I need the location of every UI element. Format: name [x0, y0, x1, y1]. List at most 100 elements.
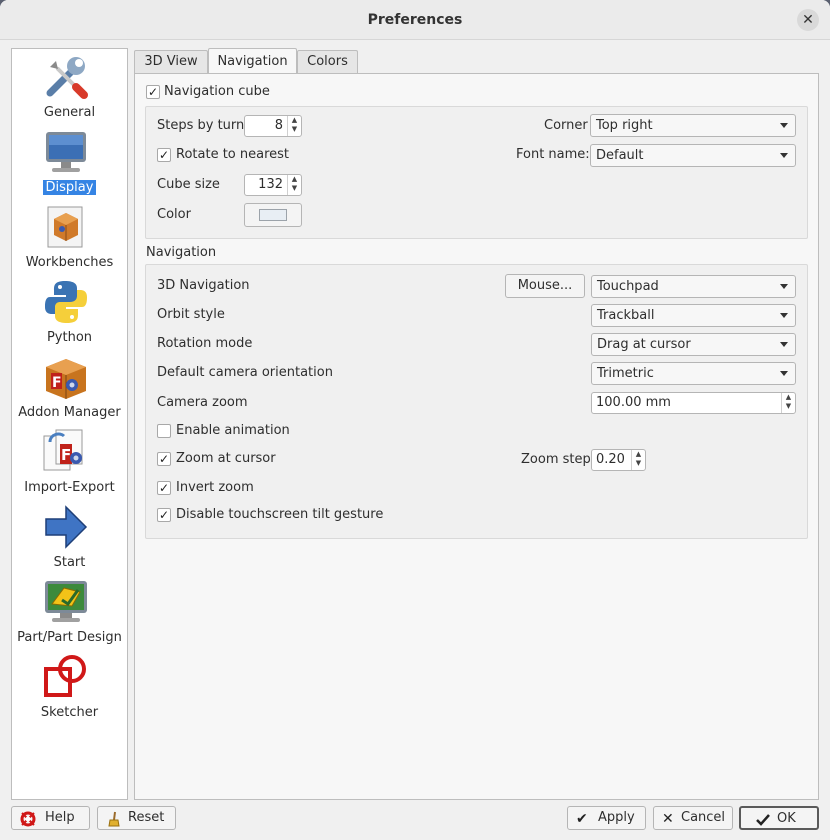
orbit-style-value: Trackball [597, 308, 655, 323]
camera-zoom-spinbox[interactable]: 100.00 mm ▲ ▼ [591, 392, 796, 414]
corner-label: Corner [544, 118, 588, 133]
corner-dropdown[interactable]: Top right [590, 114, 796, 137]
tab-3d-view[interactable]: 3D View [134, 50, 208, 73]
ok-label: OK [777, 811, 796, 826]
disable-tilt-checkbox[interactable]: ✓ [157, 508, 171, 522]
sidebar-item-general[interactable]: General [12, 53, 127, 125]
orbit-style-dropdown[interactable]: Trackball [591, 304, 796, 327]
sidebar-item-part-design[interactable]: Part/Part Design [12, 578, 127, 650]
chevron-down-icon [780, 371, 788, 376]
arrow-right-icon [45, 505, 88, 549]
invert-zoom-label: Invert zoom [176, 480, 254, 495]
sidebar-item-label: Import-Export [24, 480, 115, 495]
font-name-value: Default [596, 148, 644, 163]
navigation-group-title: Navigation [146, 245, 217, 260]
sidebar-item-label: Part/Part Design [17, 630, 122, 645]
camera-orientation-dropdown[interactable]: Trimetric [591, 362, 796, 385]
cancel-icon: ✕ [662, 811, 674, 827]
spin-arrows-icon[interactable]: ▲ ▼ [287, 175, 301, 195]
sidebar-item-display[interactable]: Display [12, 128, 127, 200]
monitor-icon [46, 132, 86, 172]
cancel-button[interactable]: ✕ Cancel [653, 806, 733, 830]
chevron-down-icon [780, 153, 788, 158]
enable-animation-checkbox[interactable] [157, 424, 171, 438]
camera-zoom-label: Camera zoom [157, 395, 248, 410]
addon-box-icon: F [46, 359, 86, 399]
help-icon [20, 811, 36, 827]
zoom-step-spinbox[interactable]: 0.20 ▲ ▼ [591, 449, 646, 471]
spin-arrows-icon[interactable]: ▲ ▼ [781, 393, 795, 413]
reset-label: Reset [128, 810, 165, 825]
cube-color-button[interactable] [244, 203, 302, 227]
sidebar-item-import-export[interactable]: F Import-Export [12, 428, 127, 500]
part-design-icon [45, 581, 87, 622]
apply-button[interactable]: ✔ Apply [567, 806, 646, 830]
sidebar-item-label: General [43, 105, 96, 120]
window-title: Preferences [367, 12, 463, 28]
sidebar-item-label: Workbenches [25, 255, 114, 270]
color-swatch [259, 209, 287, 221]
sidebar-item-label: Display [12, 180, 127, 195]
reset-button[interactable]: Reset [97, 806, 176, 830]
3d-navigation-dropdown[interactable]: Touchpad [591, 275, 796, 298]
rotation-mode-label: Rotation mode [157, 336, 253, 351]
spin-arrows-icon[interactable]: ▲ ▼ [287, 116, 301, 136]
rotate-to-nearest-checkbox[interactable]: ✓ [157, 148, 171, 162]
sidebar-item-label: Addon Manager [18, 405, 121, 420]
python-icon [45, 281, 87, 323]
chevron-down-icon [780, 313, 788, 318]
chevron-down-icon [780, 284, 788, 289]
camera-orientation-label: Default camera orientation [157, 365, 333, 380]
ok-button[interactable]: OK [739, 806, 819, 830]
rotation-mode-value: Drag at cursor [597, 337, 691, 352]
tab-navigation[interactable]: Navigation [208, 48, 297, 74]
disable-tilt-label: Disable touchscreen tilt gesture [176, 507, 384, 522]
enable-animation-label: Enable animation [176, 423, 290, 438]
sidebar-item-addon-manager[interactable]: F Addon Manager [12, 353, 127, 425]
sketcher-icon [44, 655, 86, 697]
zoom-at-cursor-label: Zoom at cursor [176, 451, 276, 466]
tab-colors[interactable]: Colors [297, 50, 358, 73]
3d-navigation-value: Touchpad [597, 279, 659, 294]
rotation-mode-dropdown[interactable]: Drag at cursor [591, 333, 796, 356]
sidebar-item-label: Start [53, 555, 86, 570]
3d-navigation-label: 3D Navigation [157, 278, 250, 293]
sidebar-item-sketcher[interactable]: Sketcher [12, 653, 127, 725]
box-icon [47, 206, 83, 248]
cube-size-spinbox[interactable]: 132 ▲ ▼ [244, 174, 302, 196]
title-bar[interactable]: Preferences ✕ [0, 0, 830, 40]
broom-icon [108, 811, 120, 827]
chevron-down-icon [780, 342, 788, 347]
import-export-icon: F [43, 429, 83, 471]
close-button[interactable]: ✕ [797, 9, 819, 31]
check-icon: ✔ [576, 811, 588, 827]
steps-by-turn-label: Steps by turn [157, 118, 245, 133]
orbit-style-label: Orbit style [157, 307, 225, 322]
help-label: Help [45, 810, 75, 825]
cube-size-label: Cube size [157, 177, 220, 192]
font-name-dropdown[interactable]: Default [590, 144, 796, 167]
zoom-step-label: Zoom step [521, 452, 591, 467]
svg-text:F: F [52, 375, 62, 391]
zoom-at-cursor-checkbox[interactable]: ✓ [157, 452, 171, 466]
zoom-step-value: 0.20 [596, 452, 625, 467]
steps-by-turn-spinbox[interactable]: 8 ▲ ▼ [244, 115, 302, 137]
camera-zoom-value: 100.00 mm [596, 395, 671, 410]
invert-zoom-checkbox[interactable]: ✓ [157, 481, 171, 495]
mouse-button[interactable]: Mouse... [505, 274, 585, 298]
svg-text:F: F [61, 446, 71, 464]
rotate-to-nearest-label: Rotate to nearest [176, 147, 290, 162]
sidebar-item-label: Python [46, 330, 93, 345]
navigation-cube-checkbox[interactable]: ✓ [146, 85, 160, 99]
color-label: Color [157, 207, 191, 222]
apply-label: Apply [598, 810, 635, 825]
sidebar-item-python[interactable]: Python [12, 278, 127, 350]
spin-arrows-icon[interactable]: ▲ ▼ [631, 450, 645, 470]
help-button[interactable]: Help [11, 806, 90, 830]
sidebar-item-label: Sketcher [40, 705, 99, 720]
font-name-label: Font name: [516, 147, 590, 162]
sidebar-item-workbenches[interactable]: Workbenches [12, 203, 127, 275]
cube-size-value: 132 [258, 177, 283, 192]
navigation-cube-label: Navigation cube [164, 84, 270, 99]
sidebar-item-start[interactable]: Start [12, 503, 127, 575]
